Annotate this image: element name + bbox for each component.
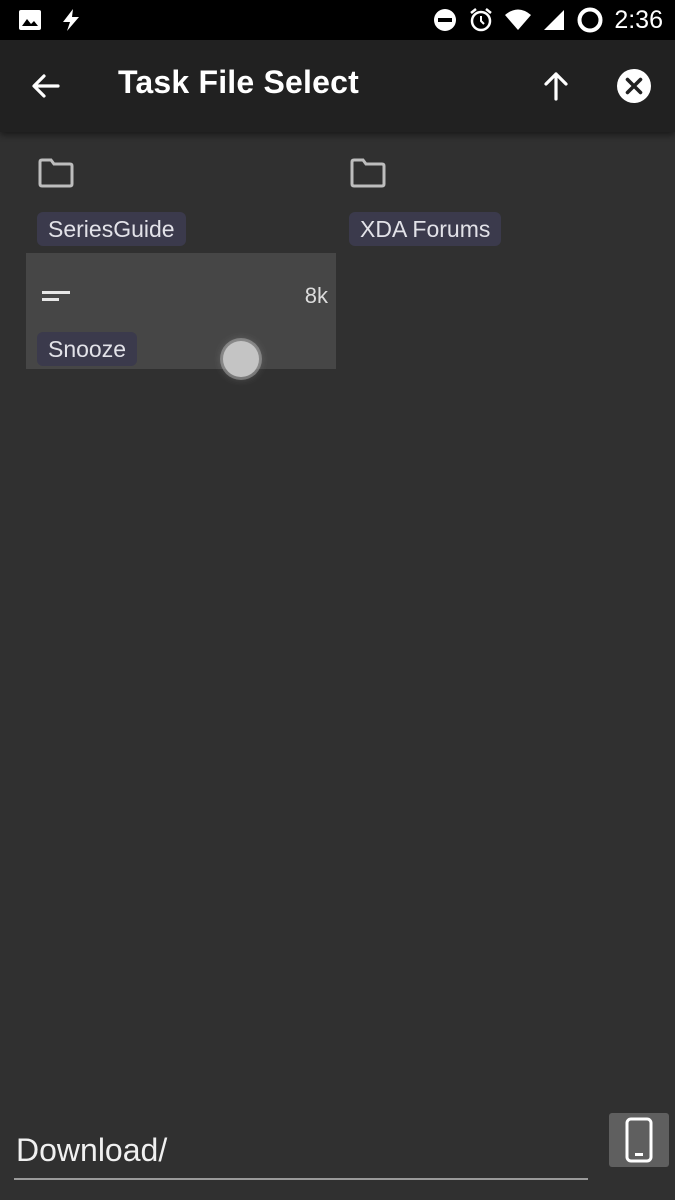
page-title: Task File Select: [118, 64, 359, 100]
status-time: 2:36: [614, 5, 663, 34]
do-not-disturb-icon: [434, 9, 457, 31]
text-file-icon: [42, 291, 70, 301]
arrow-back-icon: [32, 74, 60, 98]
up-directory-button[interactable]: [536, 66, 576, 106]
image-icon: [19, 10, 41, 30]
file-size: 8k: [304, 283, 328, 308]
folder-icon: [38, 158, 74, 188]
storage-device-button[interactable]: [609, 1113, 669, 1167]
back-button[interactable]: [26, 66, 66, 106]
arrow-up-icon: [544, 72, 568, 101]
path-input-value[interactable]: Download/: [16, 1132, 167, 1169]
folder-item[interactable]: XDA Forums: [336, 140, 675, 252]
touch-indicator: [223, 341, 259, 377]
folder-icon: [350, 158, 386, 188]
status-bar: 2:36: [0, 0, 675, 40]
close-button[interactable]: [614, 66, 654, 106]
battery-ring-icon: [577, 7, 603, 33]
alarm-icon: [470, 8, 493, 32]
phone-icon: [625, 1117, 653, 1163]
folder-name-chip: SeriesGuide: [37, 212, 186, 246]
close-circle-icon: [617, 69, 651, 103]
folder-item[interactable]: SeriesGuide: [0, 140, 335, 252]
file-item[interactable]: 8k Snooze: [26, 253, 336, 369]
path-field[interactable]: Download/: [14, 1128, 588, 1180]
cell-signal-icon: [544, 10, 565, 30]
file-name-chip: Snooze: [37, 332, 138, 366]
flash-icon: [63, 9, 79, 31]
wifi-icon: [505, 9, 532, 30]
folder-name-chip: XDA Forums: [349, 212, 502, 246]
toolbar: Task File Select: [0, 40, 675, 132]
